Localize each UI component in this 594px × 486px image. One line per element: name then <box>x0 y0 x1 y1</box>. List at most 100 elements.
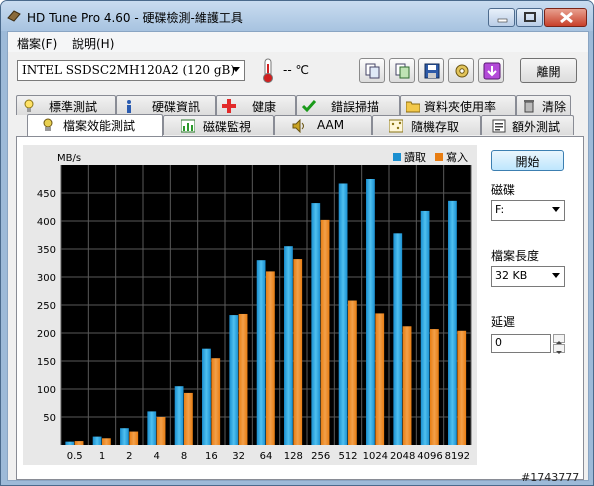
menu-file[interactable]: 檔案(F) <box>17 35 57 52</box>
y-tick-label: 250 <box>37 301 56 312</box>
x-tick-label: 2048 <box>390 451 415 462</box>
read-bar <box>366 179 375 445</box>
tab-file-benchmark[interactable]: 檔案效能測試 <box>27 114 163 136</box>
read-bar <box>420 210 430 445</box>
tab-folder-usage[interactable]: 資料夾使用率 <box>400 95 516 115</box>
chevron-down-icon <box>556 351 562 354</box>
read-bar <box>120 428 129 445</box>
tab-disk-monitor[interactable]: 磁碟監視 <box>163 115 274 135</box>
watermark: #1743777 <box>521 471 580 484</box>
write-bar <box>320 219 330 445</box>
copy-screenshot-button[interactable] <box>389 58 415 83</box>
file-benchmark-icon <box>43 118 53 131</box>
delay-input[interactable]: 0 <box>491 334 551 353</box>
menu-bar: 檔案(F) 說明(H) <box>8 32 588 52</box>
read-bar <box>338 183 348 446</box>
x-tick-label: 256 <box>311 451 330 462</box>
x-tick-label: 16 <box>205 451 218 462</box>
save-button[interactable] <box>418 58 444 83</box>
spin-down-button[interactable] <box>553 344 565 354</box>
x-tick-label: 8192 <box>445 451 470 462</box>
file-length-select[interactable]: 32 KB <box>491 266 565 287</box>
write-bar <box>74 441 84 445</box>
options-button[interactable] <box>448 58 474 83</box>
write-bar <box>430 329 439 445</box>
tab-error-scan[interactable]: 錯誤掃描 <box>296 95 400 115</box>
drive-label: 磁碟 <box>491 183 516 197</box>
y-tick-label: 350 <box>37 245 56 256</box>
y-tick-label: 200 <box>37 329 56 340</box>
x-tick-label: 1024 <box>363 451 388 462</box>
legend-swatch <box>435 153 443 161</box>
copy-image-icon <box>395 63 410 79</box>
x-tick-label: 4096 <box>417 451 442 462</box>
x-tick-label: 128 <box>284 451 303 462</box>
drive-letter-value: F: <box>495 203 505 216</box>
x-tick-label: 0.5 <box>67 451 83 462</box>
maximize-button[interactable] <box>516 8 543 27</box>
write-bar <box>102 438 111 445</box>
write-bar <box>266 271 275 445</box>
write-bar <box>402 326 412 445</box>
copy-info-button[interactable] <box>359 58 385 83</box>
read-bar <box>92 436 102 445</box>
read-bar <box>311 203 321 445</box>
y-tick-label: 50 <box>43 413 56 424</box>
write-bar <box>348 300 357 445</box>
write-bar <box>238 313 248 445</box>
read-bar <box>256 260 266 445</box>
write-bar <box>457 330 467 445</box>
y-tick-label: 450 <box>37 189 56 200</box>
y-tick-label: 150 <box>37 357 56 368</box>
spin-up-button[interactable] <box>553 334 565 344</box>
x-tick-label: 8 <box>181 451 187 462</box>
info-icon <box>127 100 131 113</box>
exit-button[interactable]: 離開 <box>520 58 577 83</box>
tab-row-2: 檔案效能測試 磁碟監視 AAM 隨機存取 額外測試 <box>16 114 576 136</box>
temperature-readout: -- ℃ <box>283 63 309 77</box>
file-length-label: 檔案長度 <box>491 249 540 263</box>
download-button[interactable] <box>478 58 504 83</box>
write-bar <box>156 417 166 445</box>
delay-value: 0 <box>495 336 502 349</box>
check-icon <box>302 100 316 113</box>
close-icon <box>560 11 573 24</box>
app-window: HD Tune Pro 4.60 - 硬碟檢測-維護工具 檔案(F) 說明(H)… <box>0 0 594 486</box>
start-button[interactable]: 開始 <box>491 150 564 171</box>
tab-erase[interactable]: 清除 <box>516 95 571 115</box>
title-bar[interactable]: HD Tune Pro 4.60 - 硬碟檢測-維護工具 <box>1 1 593 31</box>
toolbar: INTEL SSDSC2MH120A2 (120 gB) -- ℃ 離開 <box>8 52 588 94</box>
tab-benchmark[interactable]: 標準測試 <box>16 95 116 115</box>
speaker-icon <box>292 119 304 133</box>
random-access-icon <box>389 119 403 133</box>
legend-label: 讀取 <box>404 150 426 164</box>
x-tick-label: 64 <box>260 451 273 462</box>
tab-health[interactable]: 健康 <box>216 95 296 115</box>
write-bar <box>293 259 303 445</box>
tab-row-1: 標準測試 硬碟資訊 健康 錯誤掃描 資料夾使用率 清除 <box>16 95 576 115</box>
drive-select[interactable]: INTEL SSDSC2MH120A2 (120 gB) <box>17 60 245 81</box>
x-tick-label: 1 <box>99 451 105 462</box>
file-length-value: 32 KB <box>495 269 528 282</box>
transfer-rate-chart: 50 100 150 200 250 300 350 400 450 MB/s 0.5 1 2 4 8 16 3… <box>23 145 477 465</box>
close-button[interactable] <box>544 8 587 27</box>
menu-help[interactable]: 說明(H) <box>72 35 114 52</box>
app-icon <box>7 10 21 22</box>
monitor-chart-icon <box>181 119 195 133</box>
tab-random-access[interactable]: 隨機存取 <box>372 115 481 135</box>
y-tick-label: 100 <box>37 385 56 396</box>
tab-drive-info[interactable]: 硬碟資訊 <box>116 95 216 115</box>
tab-aam[interactable]: AAM <box>274 115 372 135</box>
chevron-down-icon <box>552 207 560 212</box>
floppy-disk-icon <box>424 63 440 79</box>
drive-letter-select[interactable]: F: <box>491 200 565 221</box>
x-tick-label: 32 <box>232 451 245 462</box>
wrench-options-icon <box>455 64 469 78</box>
trash-icon <box>524 100 534 113</box>
minimize-button[interactable] <box>488 8 515 27</box>
thermometer-icon <box>263 58 273 83</box>
client-area: 檔案(F) 說明(H) INTEL SSDSC2MH120A2 (120 gB)… <box>7 31 589 481</box>
health-cross-icon <box>222 99 236 113</box>
tab-extra-tests[interactable]: 額外測試 <box>481 115 574 135</box>
maximize-icon <box>524 12 536 22</box>
